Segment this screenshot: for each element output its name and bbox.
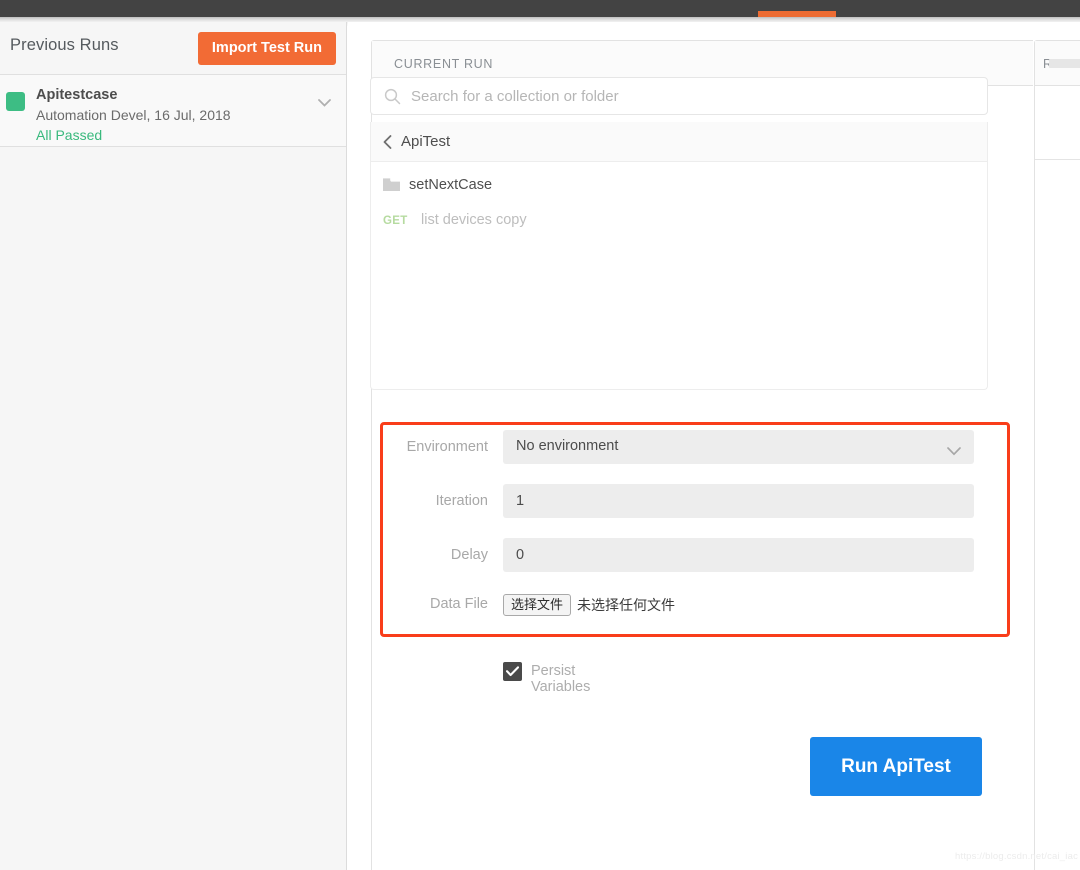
previous-runs-sidebar: Previous Runs Import Test Run Apitestcas…	[0, 22, 347, 870]
delay-input[interactable]	[503, 538, 974, 572]
top-window-bar	[0, 0, 1080, 17]
environment-row: Environment No environment	[370, 430, 988, 484]
search-box[interactable]	[370, 77, 988, 115]
run-meta: Automation Devel, 16 Jul, 2018	[36, 107, 231, 123]
folder-icon	[383, 178, 400, 192]
current-run-title: CURRENT RUN	[394, 57, 494, 71]
run-configuration-form: Environment No environment Iteration Del…	[370, 430, 988, 638]
search-icon	[384, 88, 401, 105]
breadcrumb[interactable]: ApiTest	[370, 122, 988, 162]
search-input[interactable]	[411, 78, 971, 114]
http-method-label: GET	[383, 215, 408, 227]
results-divider	[1035, 159, 1080, 160]
list-item[interactable]: GET list devices copy	[371, 204, 987, 240]
run-button[interactable]: Run ApiTest	[810, 737, 982, 796]
collection-search	[370, 77, 988, 115]
results-placeholder-bar	[1049, 59, 1080, 68]
environment-label: Environment	[406, 439, 488, 455]
list-item[interactable]: setNextCase	[371, 168, 987, 204]
request-name-label: list devices copy	[421, 212, 527, 228]
data-file-label: Data File	[429, 596, 488, 612]
breadcrumb-label: ApiTest	[401, 133, 451, 150]
import-test-run-button[interactable]: Import Test Run	[197, 32, 336, 65]
iteration-label: Iteration	[435, 493, 488, 509]
iteration-input[interactable]	[503, 484, 974, 518]
run-status: All Passed	[36, 127, 103, 143]
collection-item-label: setNextCase	[409, 177, 493, 193]
status-badge	[6, 92, 25, 111]
delay-label: Delay	[450, 547, 488, 563]
main-content: CURRENT RUN RES	[348, 22, 1080, 870]
chevron-left-icon[interactable]	[383, 135, 392, 149]
page-title: Previous Runs	[10, 36, 119, 54]
results-panel: RES	[1034, 40, 1080, 870]
delay-row: Delay	[370, 538, 988, 592]
list-item[interactable]: Apitestcase Automation Devel, 16 Jul, 20…	[0, 75, 346, 147]
run-name: Apitestcase	[36, 87, 118, 103]
environment-selected-value: No environment	[516, 438, 619, 454]
app-root: Previous Runs Import Test Run Apitestcas…	[0, 0, 1080, 870]
chevron-down-icon[interactable]	[947, 443, 961, 456]
choose-file-button[interactable]: 选择文件	[503, 594, 572, 616]
persist-variables-checkbox[interactable]	[503, 662, 522, 681]
collection-list: setNextCase GET list devices copy	[370, 162, 988, 390]
iteration-row: Iteration	[370, 484, 988, 538]
file-selection-status: 未选择任何文件	[577, 597, 675, 613]
sidebar-header: Previous Runs Import Test Run	[0, 22, 346, 75]
environment-select[interactable]: No environment	[503, 430, 974, 464]
data-file-row: Data File 选择文件 未选择任何文件	[370, 592, 988, 638]
persist-variables-label: Persist Variables	[531, 663, 591, 695]
watermark: https://blog.csdn.net/cai_iac	[955, 851, 1079, 862]
chevron-down-icon[interactable]	[318, 99, 331, 107]
